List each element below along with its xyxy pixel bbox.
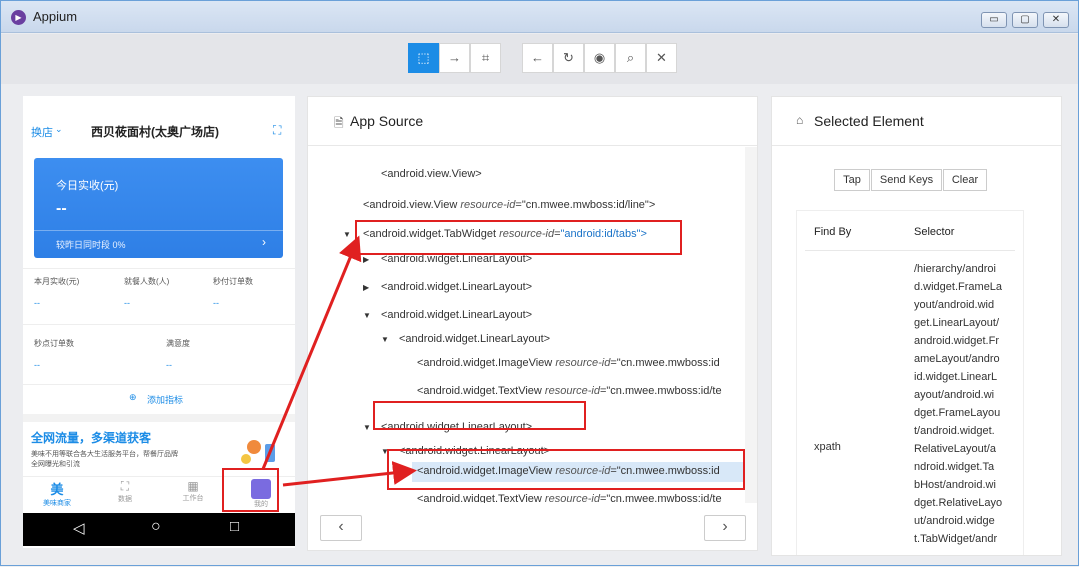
tree-node[interactable]: <android.widget.LinearLayout>: [381, 281, 532, 293]
app-source-panel: 🗎 App Source <android.view.View> <androi…: [307, 96, 758, 551]
revenue-card-title: 今日实收(元): [56, 180, 119, 192]
appium-window: ▶ Appium ▭ ▢ ✕ ⬚ → ⌗ ← ↻ ◉ ⌕ ✕ 换店 ⌄ 西贝莜面…: [0, 0, 1079, 566]
card-divider: [34, 230, 283, 231]
selector-value[interactable]: /hierarchy/androi d.widget.FrameLa yout/…: [914, 260, 1014, 548]
appium-logo-icon: ▶: [11, 10, 26, 25]
home-tab-icon: 美: [50, 482, 64, 497]
file-icon: 🗎: [334, 116, 344, 130]
android-nav-bar: ◁ ○ □: [23, 513, 295, 546]
banner-text: 美味不用等联合各大生活服务平台，帮餐厅品牌: [31, 451, 178, 458]
clear-button[interactable]: Clear: [943, 169, 987, 191]
metric-value: --: [124, 298, 130, 308]
tree-node[interactable]: <android.widget.LinearLayout>: [381, 309, 532, 321]
divider: [23, 268, 295, 269]
tree-node[interactable]: <android.view.View>: [381, 168, 482, 180]
add-metric-link[interactable]: 添加指标: [147, 393, 183, 406]
store-name: 西贝莜面村(太奥广场店): [91, 125, 219, 139]
tree-node[interactable]: <android.view.View resource-id="cn.mwee.…: [363, 199, 655, 211]
selector-header: Selector: [914, 226, 955, 238]
revenue-compare: 较昨日同时段 0%: [56, 240, 126, 250]
caret-right-icon[interactable]: ▶: [363, 255, 369, 264]
metric-label: 秒点订单数: [34, 339, 74, 348]
source-scrollbar[interactable]: [745, 147, 757, 503]
grid-icon: ▦: [187, 479, 199, 493]
selector-table: Find By Selector xpath /hierarchy/androi…: [796, 210, 1024, 555]
chevron-down-icon: ⌄: [55, 124, 63, 134]
tag-icon: ⌂: [796, 113, 804, 127]
chevron-right-icon: ›: [262, 235, 266, 249]
app-home-area: 换店 ⌄ 西贝莜面村(太奥广场店) ⛶ 今日实收(元) -- 较昨日同时段 0%…: [23, 96, 295, 414]
tab-home[interactable]: 美 美味商家: [33, 479, 81, 513]
scan-icon[interactable]: ⛶: [273, 123, 281, 138]
metric-value: --: [166, 360, 172, 370]
maximize-button[interactable]: ▢: [1012, 12, 1038, 28]
revenue-value: --: [56, 200, 67, 217]
tab-workbench[interactable]: ▦ 工作台: [169, 479, 217, 513]
caret-down-icon[interactable]: ▼: [343, 230, 351, 239]
metric-label: 本月实收(元): [34, 277, 80, 286]
banner-text: 全网曝光和引流: [31, 461, 80, 468]
caret-right-icon[interactable]: ▶: [363, 283, 369, 292]
send-keys-button[interactable]: Send Keys: [871, 169, 942, 191]
tree-node[interactable]: <android.widget.ImageView resource-id="c…: [417, 357, 720, 369]
annotation-box: [222, 468, 279, 512]
find-by-value: xpath: [814, 441, 841, 453]
select-elements-button[interactable]: ⬚: [408, 43, 439, 73]
section-gap: [23, 414, 295, 422]
swipe-button[interactable]: →: [439, 43, 470, 73]
add-circle-icon[interactable]: ⊕: [129, 392, 137, 403]
tap-coordinates-button[interactable]: ⌗: [470, 43, 501, 73]
nav-back-icon[interactable]: ◁: [73, 519, 85, 537]
chart-icon: ⛶: [120, 479, 130, 493]
metric-value: --: [213, 298, 219, 308]
divider: [23, 324, 295, 325]
selected-element-panel: ⌂ Selected Element Tap Send Keys Clear F…: [771, 96, 1062, 556]
tree-node[interactable]: <android.widget.TextView resource-id="cn…: [417, 385, 722, 397]
metric-label: 就餐人数(人): [124, 277, 170, 286]
app-source-title: App Source: [350, 113, 424, 129]
device-screenshot-panel: 换店 ⌄ 西贝莜面村(太奥广场店) ⛶ 今日实收(元) -- 较昨日同时段 0%…: [23, 96, 295, 548]
metric-label: 秒付订单数: [213, 277, 253, 286]
title-bar: ▶ Appium ▭ ▢ ✕: [1, 1, 1078, 33]
find-by-header: Find By: [814, 226, 852, 238]
divider: [23, 384, 295, 385]
tab-data[interactable]: ⛶ 数据: [101, 479, 149, 513]
banner-illustration-icon: [239, 434, 287, 466]
metric-label: 满意度: [166, 339, 190, 348]
selected-element-title: Selected Element: [814, 113, 924, 129]
close-button[interactable]: ✕: [1043, 12, 1069, 28]
divider: [308, 145, 757, 146]
banner-title: 全网流量，多渠道获客: [31, 431, 152, 445]
revenue-card[interactable]: 今日实收(元) -- 较昨日同时段 0% ›: [34, 158, 283, 258]
annotation-box: [387, 449, 745, 490]
metric-value: --: [34, 298, 40, 308]
caret-down-icon[interactable]: ▼: [381, 335, 389, 344]
inspector-toolbar: ⬚ → ⌗ ← ↻ ◉ ⌕ ✕: [1, 34, 1078, 84]
back-button[interactable]: ←: [522, 43, 553, 73]
minimize-button[interactable]: ▭: [981, 12, 1007, 28]
refresh-button[interactable]: ↻: [553, 43, 584, 73]
caret-down-icon[interactable]: ▼: [363, 423, 371, 432]
tree-node[interactable]: <android.widget.LinearLayout>: [399, 333, 550, 345]
annotation-box: [373, 401, 586, 430]
prev-button[interactable]: ‹: [320, 515, 362, 541]
window-title: Appium: [33, 9, 78, 24]
nav-recent-icon[interactable]: □: [230, 518, 239, 535]
tree-node[interactable]: <android.widget.TextView resource-id="cn…: [417, 493, 722, 503]
metric-value: --: [34, 360, 40, 370]
annotation-box: [355, 220, 682, 255]
tap-button[interactable]: Tap: [834, 169, 870, 191]
divider: [805, 250, 1015, 251]
tab-label: 美味商家: [43, 500, 71, 507]
caret-down-icon[interactable]: ▼: [363, 311, 371, 320]
nav-home-icon[interactable]: ○: [151, 518, 161, 536]
search-button[interactable]: ⌕: [615, 43, 646, 73]
next-button[interactable]: ›: [704, 515, 746, 541]
store-switch-link[interactable]: 换店: [31, 124, 53, 140]
divider: [772, 145, 1061, 146]
quit-session-button[interactable]: ✕: [646, 43, 677, 73]
tab-label: 数据: [118, 496, 132, 503]
show-hide-attributes-button[interactable]: ◉: [584, 43, 615, 73]
tab-label: 工作台: [182, 495, 204, 502]
